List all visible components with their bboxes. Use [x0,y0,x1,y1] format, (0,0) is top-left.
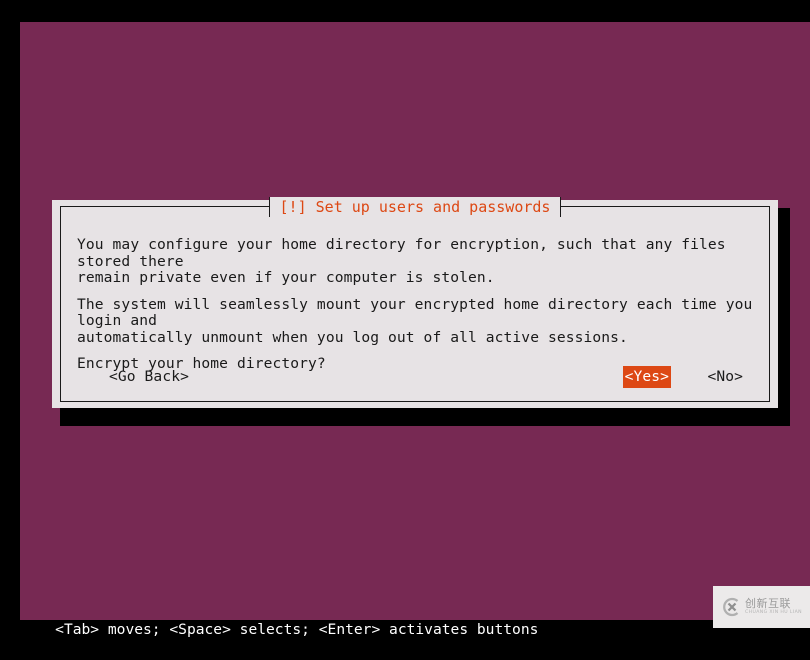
yes-button[interactable]: <Yes> [622,366,671,388]
dialog-title-bar: [!] Set up users and passwords [61,196,769,218]
dialog-body: You may configure your home directory fo… [77,236,753,373]
page-title: [!] Set up users and passwords [279,198,551,216]
watermark-text: 创新互联 CHUANG XIN HU LIAN [745,598,802,616]
watermark-chinese: 创新互联 [745,597,791,611]
no-button[interactable]: <No> [707,367,743,387]
watermark: 创新互联 CHUANG XIN HU LIAN [713,586,810,628]
setup-dialog: [!] Set up users and passwords You may c… [52,197,778,408]
watermark-pinyin: CHUANG XIN HU LIAN [745,610,802,616]
dialog-paragraph-2: The system will seamlessly mount your en… [77,295,753,346]
status-bar: <Tab> moves; <Space> selects; <Enter> ac… [20,600,810,638]
key-hints-text: <Tab> moves; <Space> selects; <Enter> ac… [55,621,539,638]
go-back-button[interactable]: <Go Back> [109,367,189,387]
dialog-button-row: <Go Back> <Yes> <No> [77,366,751,388]
dialog-paragraph-1: You may configure your home directory fo… [77,236,726,286]
console-screen: [!] Set up users and passwords You may c… [0,0,810,638]
dialog-title-box: [!] Set up users and passwords [268,197,562,217]
dialog-frame: [!] Set up users and passwords You may c… [60,197,770,402]
cx-logo-icon [723,597,739,617]
